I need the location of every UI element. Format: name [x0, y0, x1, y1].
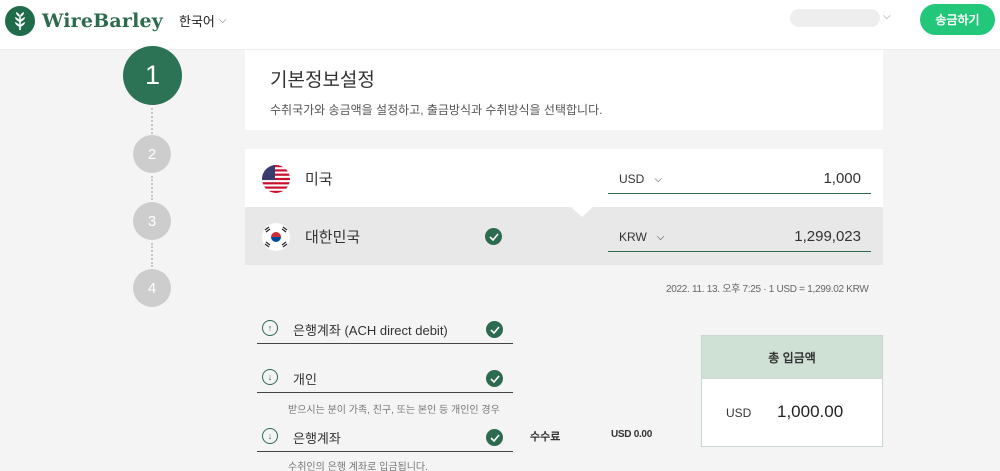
basic-info-card: 기본정보설정 수취국가와 송금액을 설정하고, 출금방식과 수취방식을 선택합니… — [245, 50, 883, 130]
arrow-down-icon: ↓ — [262, 428, 278, 444]
check-icon — [485, 228, 502, 245]
step-4: 4 — [133, 269, 171, 307]
fee-value: USD 0.00 — [611, 429, 652, 440]
exchange-rate-info: 2022. 11. 13. 오후 7:25 · 1 USD = 1,299.02… — [666, 284, 869, 295]
check-icon — [486, 429, 503, 446]
receive-method-hint: 수취인의 은행 계좌로 입금됩니다. — [288, 462, 428, 471]
language-label: 한국어 — [179, 14, 215, 29]
page-title: 기본정보설정 — [270, 70, 375, 91]
receive-amount-input[interactable]: 1,299,023 — [794, 228, 861, 245]
step-3: 3 — [133, 202, 171, 240]
receive-method-label: 은행계좌 — [293, 431, 341, 446]
page-subtitle: 수취국가와 송금액을 설정하고, 출금방식과 수취방식을 선택합니다. — [270, 103, 603, 117]
send-amount-input[interactable]: 1,000 — [823, 170, 861, 187]
receive-amount-field[interactable]: KRW ⌵ 1,299,023 — [608, 224, 871, 252]
total-deposit-box: 총 입금액 USD 1,000.00 — [701, 335, 883, 447]
recipient-type-field[interactable]: ↓ 개인 — [257, 365, 513, 393]
top-nav: WireBarley 한국어 ⌵ ⌵ 송금하기 — [0, 0, 1000, 50]
step-2: 2 — [133, 135, 171, 173]
receiver-country-row[interactable]: 대한민국 KRW ⌵ 1,299,023 — [245, 207, 883, 265]
chevron-down-icon: ⌵ — [218, 15, 227, 26]
sender-country-name: 미국 — [305, 171, 333, 188]
send-amount-field[interactable]: USD ⌵ 1,000 — [608, 166, 871, 194]
row-pointer — [571, 207, 593, 217]
receive-currency-code: KRW — [619, 230, 647, 244]
fee-label: 수수료 — [530, 431, 561, 443]
receiver-country-name: 대한민국 — [305, 229, 361, 246]
step-connector — [151, 243, 153, 267]
receive-currency-select[interactable]: KRW ⌵ — [619, 230, 664, 244]
sender-country-row[interactable]: 미국 USD ⌵ 1,000 — [245, 149, 883, 207]
check-icon — [486, 370, 503, 387]
send-money-button[interactable]: 송금하기 — [920, 4, 995, 35]
receive-method-field[interactable]: ↓ 은행계좌 — [257, 424, 513, 452]
korea-flag-icon — [262, 223, 290, 251]
recipient-type-hint: 받으시는 분이 가족, 친구, 또는 본인 등 개인인 경우 — [288, 405, 500, 416]
send-currency-select[interactable]: USD ⌵ — [619, 172, 662, 186]
total-currency: USD — [726, 406, 752, 420]
language-selector[interactable]: 한국어 ⌵ — [179, 11, 226, 30]
recipient-type-label: 개인 — [293, 372, 317, 387]
total-deposit-title: 총 입금액 — [702, 336, 882, 379]
step-1: 1 — [123, 46, 182, 105]
send-currency-code: USD — [619, 172, 645, 186]
payment-method-label: 은행계좌 (ACH direct debit) — [293, 323, 448, 338]
account-menu[interactable] — [790, 9, 880, 27]
chevron-down-icon: ⌵ — [654, 173, 662, 185]
arrow-up-icon: ↑ — [262, 320, 278, 336]
chevron-down-icon: ⌵ — [656, 231, 665, 243]
check-icon — [486, 321, 503, 338]
brand-name: WireBarley — [42, 10, 164, 32]
payment-method-field[interactable]: ↑ 은행계좌 (ACH direct debit) — [257, 316, 513, 344]
step-connector — [151, 108, 153, 134]
arrow-down-icon: ↓ — [262, 369, 278, 385]
total-amount: 1,000.00 — [777, 402, 844, 421]
chevron-down-icon[interactable]: ⌵ — [883, 11, 891, 22]
wheat-icon — [5, 6, 35, 36]
step-connector — [151, 176, 153, 200]
us-flag-icon — [262, 165, 290, 193]
brand-logo[interactable]: WireBarley — [5, 6, 163, 36]
